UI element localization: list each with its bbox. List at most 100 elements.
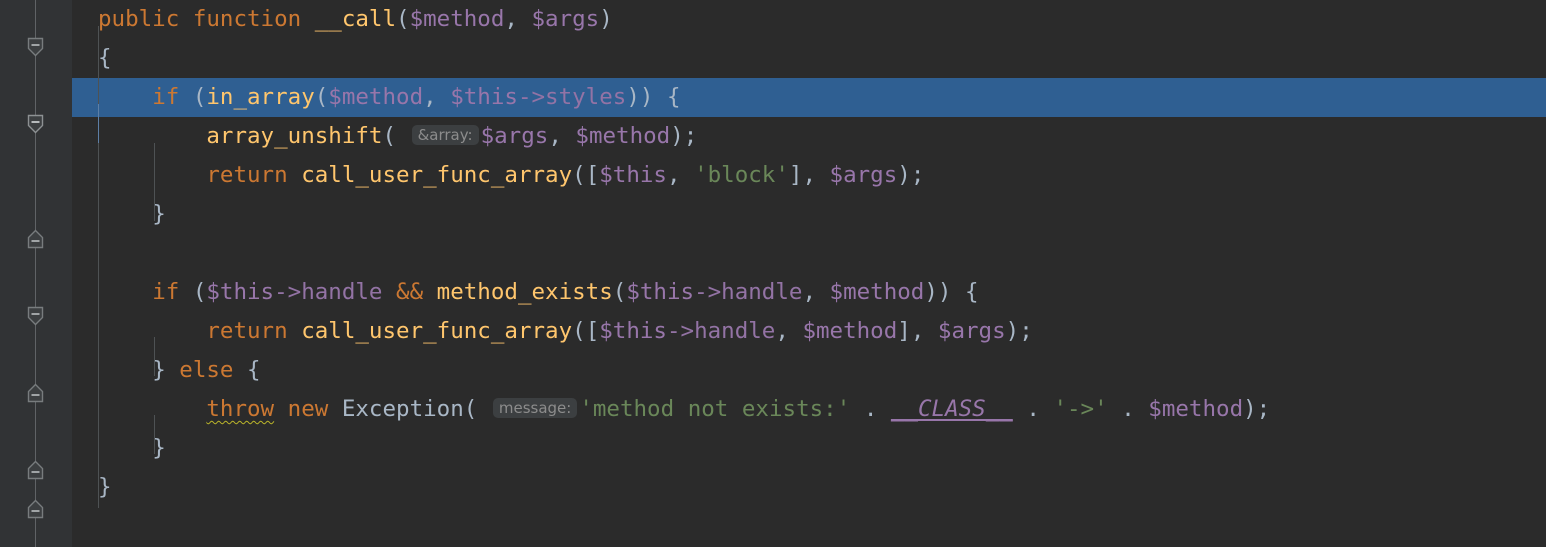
inlay-hint-message[interactable]: message:: [492, 398, 578, 418]
token-semicolon: ;: [910, 162, 925, 188]
token-function-in-array: in_array: [206, 84, 315, 110]
code-line-selected[interactable]: if (in_array($method, $this->styles)) {: [72, 78, 1546, 117]
token-close-paren: ): [1243, 396, 1257, 422]
code-line[interactable]: return call_user_func_array([$this, 'blo…: [72, 156, 1546, 195]
token-var-args: $args: [531, 6, 600, 32]
token-arrow: ->: [517, 84, 546, 110]
token-var-method: $method: [802, 318, 898, 344]
token-keyword-if: if: [152, 84, 180, 110]
token-close-paren: ): [924, 279, 938, 305]
token-close-brace: }: [152, 357, 166, 383]
token-function-call-user-func-array: call_user_func_array: [301, 162, 573, 188]
fold-end-function-call-icon[interactable]: [25, 498, 46, 520]
fold-start-if-handle-icon[interactable]: [25, 305, 46, 327]
token-comma: ,: [666, 162, 681, 188]
inlay-hint-array[interactable]: &array:: [411, 125, 479, 145]
token-close-paren: ): [626, 84, 640, 110]
code-line[interactable]: {: [72, 39, 1546, 78]
token-var-this: $this: [599, 162, 667, 188]
token-keyword-return: return: [206, 162, 288, 188]
token-arrow: ->: [274, 279, 302, 305]
fold-start-if-in-array-icon[interactable]: [25, 113, 46, 135]
fold-start-function-call-icon[interactable]: [25, 36, 46, 58]
token-close-bracket: ]: [897, 318, 911, 344]
token-comma: ,: [802, 162, 816, 188]
fold-end-if-handle-icon[interactable]: [25, 382, 46, 404]
token-prop-handle: handle: [721, 279, 803, 305]
token-open-brace: {: [247, 357, 261, 383]
token-open-brace: {: [98, 45, 112, 71]
token-magic-constant-class: __CLASS__: [890, 396, 1013, 422]
token-semicolon: ;: [1256, 396, 1271, 422]
token-var-args: $args: [829, 162, 898, 188]
token-close-brace: }: [152, 201, 166, 227]
token-var-this: $this: [599, 318, 667, 344]
token-open-paren: (: [192, 84, 207, 110]
token-concat-dot: .: [1026, 396, 1040, 422]
code-line[interactable]: }: [72, 468, 1546, 507]
fold-end-if-in-array-icon[interactable]: [25, 228, 46, 250]
code-line[interactable]: throw new Exception( message:'method not…: [72, 390, 1546, 429]
code-line[interactable]: public function __call($method, $args): [72, 0, 1546, 39]
token-comma: ,: [504, 6, 518, 32]
token-close-paren: ): [599, 6, 613, 32]
code-content-area[interactable]: public function __call($method, $args) {…: [72, 0, 1546, 547]
token-concat-dot: .: [1121, 396, 1135, 422]
token-open-paren: (: [572, 162, 586, 188]
token-open-paren: (: [612, 279, 627, 305]
code-line[interactable]: return call_user_func_array([$this->hand…: [72, 312, 1546, 351]
token-semicolon: ;: [1019, 318, 1033, 344]
token-var-args: $args: [480, 123, 549, 149]
token-function-method-exists: method_exists: [436, 279, 613, 305]
token-function-name-call: __call: [314, 6, 397, 32]
token-comma: ,: [548, 123, 562, 149]
token-open-bracket: [: [585, 318, 600, 344]
token-semicolon: ;: [683, 123, 698, 149]
token-var-method: $method: [575, 123, 671, 149]
token-keyword-public: public: [98, 6, 180, 32]
token-var-method: $method: [328, 84, 424, 110]
token-string-message: 'method not exists:': [579, 396, 851, 422]
token-close-brace: }: [152, 435, 166, 461]
code-line[interactable]: }: [72, 429, 1546, 468]
token-var-args: $args: [937, 318, 1006, 344]
token-prop-handle: handle: [694, 318, 776, 344]
token-open-paren: (: [396, 6, 410, 32]
token-concat-dot: .: [863, 396, 878, 422]
token-prop-handle: handle: [301, 279, 383, 305]
code-line-blank[interactable]: [72, 234, 1546, 273]
token-var-method: $method: [829, 279, 925, 305]
token-comma: ,: [802, 279, 816, 305]
token-var-this: $this: [206, 279, 275, 305]
code-editor[interactable]: public function __call($method, $args) {…: [0, 0, 1546, 547]
token-close-paren: ): [897, 162, 911, 188]
token-keyword-throw: throw: [206, 396, 275, 422]
token-function-call-user-func-array: call_user_func_array: [301, 318, 573, 344]
token-keyword-if: if: [152, 279, 180, 305]
token-comma: ,: [423, 84, 437, 110]
code-line[interactable]: if ($this->handle && method_exists($this…: [72, 273, 1546, 312]
token-arrow: ->: [666, 318, 695, 344]
token-string-arrow: '->': [1053, 396, 1108, 422]
token-keyword-new: new: [287, 396, 329, 422]
code-line[interactable]: }: [72, 195, 1546, 234]
token-keyword-return: return: [206, 318, 288, 344]
token-close-bracket: ]: [788, 162, 803, 188]
token-close-paren: ): [1005, 318, 1020, 344]
token-open-brace: {: [666, 84, 681, 110]
token-open-paren: (: [382, 123, 397, 149]
token-open-bracket: [: [585, 162, 600, 188]
token-function-array-unshift: array_unshift: [206, 123, 383, 149]
fold-end-else-icon[interactable]: [25, 459, 46, 481]
editor-gutter[interactable]: [0, 0, 72, 547]
token-comma: ,: [910, 318, 925, 344]
token-keyword-else: else: [179, 357, 234, 383]
token-keyword-function: function: [192, 6, 302, 32]
token-close-paren: ): [639, 84, 654, 110]
token-operator-and: &&: [396, 279, 424, 305]
code-line[interactable]: } else {: [72, 351, 1546, 390]
token-prop-styles: styles: [545, 84, 627, 110]
token-open-paren: (: [314, 84, 329, 110]
token-var-this: $this: [450, 84, 518, 110]
code-line[interactable]: array_unshift( &array: $args, $method);: [72, 117, 1546, 156]
